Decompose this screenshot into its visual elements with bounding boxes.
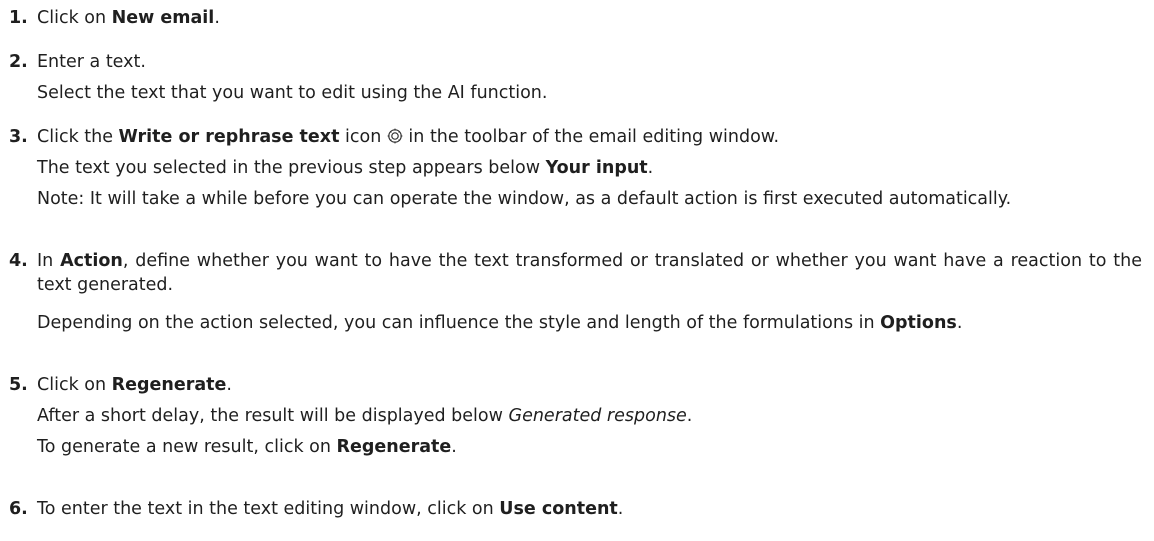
step-number: 4. (9, 251, 28, 271)
ui-term: Regenerate (111, 375, 227, 395)
step-text: In Action, define whether you want to ha… (37, 251, 1142, 295)
ui-term-italic: Generated response (508, 406, 687, 426)
ui-term: Your input (545, 158, 648, 178)
step-number: 6. (9, 499, 28, 519)
step-text: Click on New email. (37, 8, 220, 28)
step-number: 3. (9, 127, 28, 147)
step-number: 5. (9, 375, 28, 395)
ui-term: Regenerate (336, 437, 452, 457)
instruction-document: 1. Click on New email. 2. Enter a text. … (0, 0, 1154, 541)
step-text: Click the Write or rephrase text icon in… (37, 127, 780, 147)
ui-term: Write or rephrase text (118, 127, 340, 147)
ui-term: Action (60, 251, 123, 271)
step-number: 1. (9, 8, 28, 28)
step-text: To enter the text in the text editing wi… (37, 499, 624, 519)
step-text: Depending on the action selected, you ca… (37, 313, 963, 333)
step-text: Select the text that you want to edit us… (37, 83, 548, 103)
step-note: Note: It will take a while before you ca… (37, 189, 1012, 209)
step-text: Click on Regenerate. (37, 375, 232, 395)
ui-term: Options (880, 313, 957, 333)
step-text: The text you selected in the previous st… (37, 158, 654, 178)
ai-sparkle-icon (387, 127, 403, 144)
step-text: Enter a text. (37, 52, 146, 72)
ui-term: New email (111, 8, 215, 28)
step-text: After a short delay, the result will be … (37, 406, 693, 426)
ui-term: Use content (499, 499, 618, 519)
step-number: 2. (9, 52, 28, 72)
step-text: To generate a new result, click on Regen… (37, 437, 457, 457)
